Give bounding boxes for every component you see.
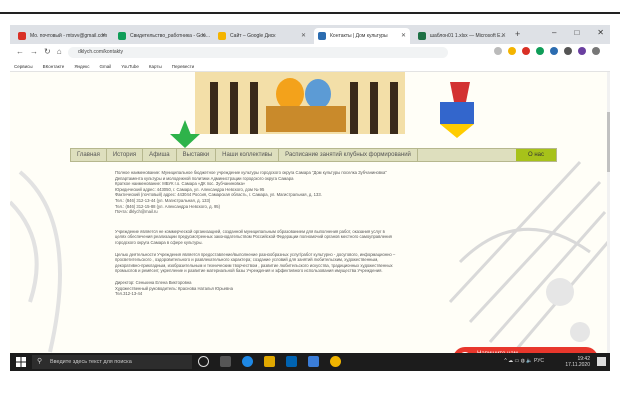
close-icon[interactable]: ✕ xyxy=(501,32,506,39)
menu-icon[interactable] xyxy=(592,47,600,55)
window-controls: – □ ✕ xyxy=(552,28,604,37)
drive-icon xyxy=(218,32,226,40)
url-field[interactable]: dklych.com/kontakty xyxy=(68,47,448,58)
menu-item-collectives[interactable]: Наши коллективы xyxy=(216,149,280,161)
browser-tab-drive[interactable]: Сайт – Google Диск ✕ xyxy=(214,28,310,44)
bookmark-item[interactable]: Карты xyxy=(149,64,162,69)
taskbar-search-input[interactable]: ⚲ Введите здесь текст для поиска xyxy=(32,355,192,369)
maximize-icon[interactable]: □ xyxy=(574,28,579,37)
clock[interactable]: 19:42 17.11.2020 xyxy=(565,356,590,368)
about-content: Полное наименование: Муниципальное бюдже… xyxy=(115,170,505,303)
bookmark-item[interactable]: Яндекс xyxy=(74,64,89,69)
search-placeholder: Введите здесь текст для поиска xyxy=(50,359,132,365)
system-tray: ^ ☁ ▭ ◍ 🔈 РУС xyxy=(504,358,544,364)
reload-icon[interactable]: ↻ xyxy=(44,47,57,56)
forward-icon[interactable]: → xyxy=(30,47,44,56)
org-purpose: Целью деятельности Учреждения является п… xyxy=(115,251,396,274)
browser-tab-contacts[interactable]: Контакты | Дом культуры ✕ xyxy=(314,28,410,44)
cortana-icon[interactable] xyxy=(198,356,209,367)
org-management: Директор: Сенькина Елена Викторовна Худо… xyxy=(115,279,233,297)
menu-item-exhibitions[interactable]: Выставки xyxy=(177,149,217,161)
extension-icon[interactable] xyxy=(536,47,544,55)
tray-icons[interactable]: ^ ☁ ▭ ◍ 🔈 xyxy=(504,358,532,364)
windows-taskbar: ⚲ Введите здесь текст для поиска ^ ☁ ▭ ◍… xyxy=(10,353,610,371)
windows-start-icon[interactable] xyxy=(16,357,26,367)
minimize-icon[interactable]: – xyxy=(552,28,556,37)
taskbar-apps xyxy=(198,356,341,367)
tab-label: Контакты | Дом культуры xyxy=(330,33,388,39)
bookmark-item[interactable]: ВКонтакте xyxy=(43,64,65,69)
close-icon[interactable]: ✕ xyxy=(301,32,306,39)
star-icon[interactable] xyxy=(494,47,502,55)
mail-icon[interactable] xyxy=(308,356,319,367)
edge-icon[interactable] xyxy=(242,356,253,367)
site-icon xyxy=(318,32,326,40)
extension-icon[interactable] xyxy=(508,47,516,55)
top-strip xyxy=(0,0,620,14)
bookmarks-bar: Сервисы ВКонтакте Яндекс Gmail YouTube К… xyxy=(10,61,610,72)
tab-label: Свидетельство_работника - Goo... xyxy=(130,33,210,39)
site-banner xyxy=(10,72,610,148)
org-info: Полное наименование: Муниципальное бюдже… xyxy=(115,170,387,215)
tab-label: Мо. почтовый - mtsvv@gmail.com xyxy=(30,33,108,39)
address-bar-row: ←→↻⌂ dklych.com/kontakty xyxy=(10,44,610,62)
close-icon[interactable]: ✕ xyxy=(401,32,406,39)
chrome-icon[interactable] xyxy=(330,356,341,367)
search-icon: ⚲ xyxy=(37,358,43,365)
bookmark-item[interactable]: Сервисы xyxy=(14,64,33,69)
menu-item-afisha[interactable]: Афиша xyxy=(143,149,177,161)
extension-icon[interactable] xyxy=(550,47,558,55)
bookmark-item[interactable]: Gmail xyxy=(99,64,111,69)
task-view-icon[interactable] xyxy=(220,356,231,367)
web-page: Главная История Афиша Выставки Наши колл… xyxy=(10,72,610,371)
bookmark-item[interactable]: YouTube xyxy=(121,64,139,69)
nav-buttons: ←→↻⌂ xyxy=(16,47,68,56)
gmail-icon xyxy=(18,32,26,40)
browser-tab-sheets[interactable]: Свидетельство_работника - Goo... ✕ xyxy=(114,28,210,44)
excel-icon xyxy=(418,32,426,40)
close-icon[interactable]: ✕ xyxy=(101,32,106,39)
profile-avatar[interactable] xyxy=(578,47,586,55)
bookmark-item[interactable]: Перевести xyxy=(172,64,194,69)
browser-window: Мо. почтовый - mtsvv@gmail.com ✕ Свидете… xyxy=(10,25,610,371)
notification-icon[interactable] xyxy=(597,357,606,366)
menu-item-home[interactable]: Главная xyxy=(71,149,107,161)
clock-date: 17.11.2020 xyxy=(565,362,590,368)
decorative-background-left xyxy=(10,170,62,353)
scrollbar-thumb[interactable] xyxy=(607,112,610,172)
close-window-icon[interactable]: ✕ xyxy=(597,28,604,37)
page-scrollbar[interactable] xyxy=(607,72,610,371)
extension-icon[interactable] xyxy=(522,47,530,55)
back-icon[interactable]: ← xyxy=(16,47,30,56)
org-status: Учреждение является не коммерческой орга… xyxy=(115,228,392,245)
browser-tab-gmail[interactable]: Мо. почтовый - mtsvv@gmail.com ✕ xyxy=(14,28,110,44)
language-indicator[interactable]: РУС xyxy=(534,358,544,364)
extension-icons xyxy=(494,47,600,55)
tab-label: шаблон01 1.xlsx — Microsoft E... xyxy=(430,33,505,39)
menu-item-schedule[interactable]: Расписание занятий клубных формирований xyxy=(279,149,418,161)
browser-tab-excel[interactable]: шаблон01 1.xlsx — Microsoft E... ✕ xyxy=(414,28,510,44)
sheets-icon xyxy=(118,32,126,40)
store-icon[interactable] xyxy=(286,356,297,367)
tab-strip: Мо. почтовый - mtsvv@gmail.com ✕ Свидете… xyxy=(10,25,610,44)
new-tab-button[interactable]: + xyxy=(515,29,520,39)
close-icon[interactable]: ✕ xyxy=(201,32,206,39)
tab-label: Сайт – Google Диск xyxy=(230,33,276,39)
home-icon[interactable]: ⌂ xyxy=(57,47,68,56)
menu-item-history[interactable]: История xyxy=(107,149,144,161)
puzzle-icon[interactable] xyxy=(564,47,572,55)
explorer-icon[interactable] xyxy=(264,356,275,367)
